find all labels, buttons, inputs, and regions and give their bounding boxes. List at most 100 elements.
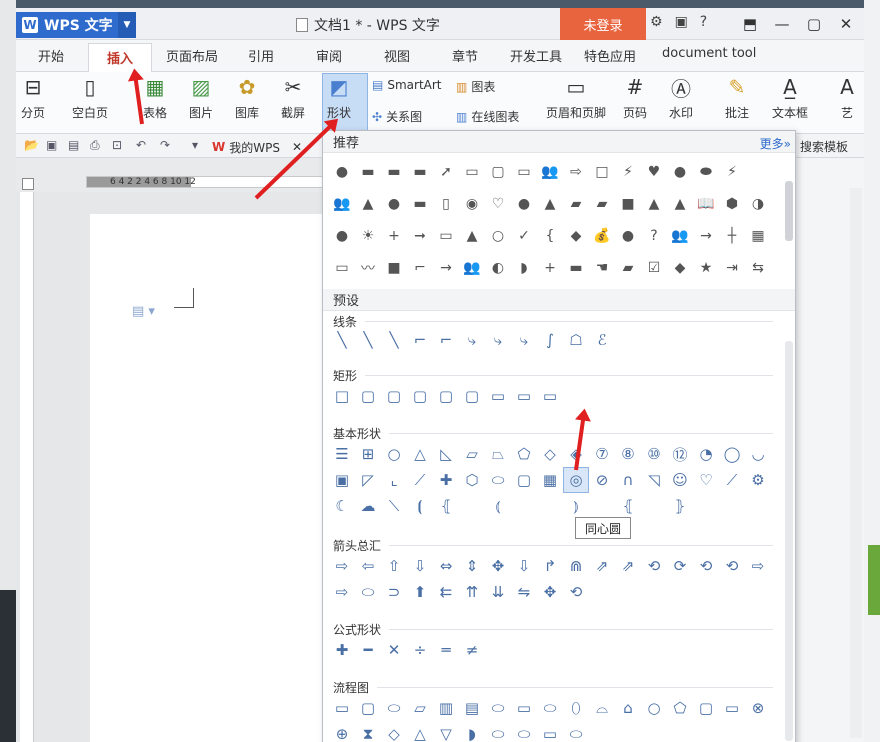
- shape-option[interactable]: ⬡: [459, 467, 485, 493]
- flow-shapes-row-1[interactable]: ▭ ▢ ⬭ ▱ ▥ ▤ ⬭ ▭ ⬭ ⬯ ⌓ ⌂ ○ ⬠ ▢ ▭ ⊗: [329, 695, 773, 721]
- shape-option[interactable]: ⦃: [433, 493, 459, 519]
- shape-option[interactable]: ◆: [563, 223, 589, 249]
- watermark-button[interactable]: Ⓐ 水印: [668, 74, 694, 121]
- shape-option[interactable]: ✚: [329, 637, 355, 663]
- shape-option[interactable]: ⟲: [693, 553, 719, 579]
- shape-option[interactable]: ⌐: [407, 327, 433, 353]
- more-link[interactable]: 更多»: [760, 135, 791, 152]
- shape-option[interactable]: ▭: [485, 383, 511, 409]
- shape-option[interactable]: ⟲: [719, 553, 745, 579]
- shape-option[interactable]: ●: [511, 191, 537, 217]
- tab-references[interactable]: 引用: [248, 46, 274, 65]
- shape-option[interactable]: ☰: [329, 441, 355, 467]
- shape-option[interactable]: ▭: [511, 383, 537, 409]
- shape-option[interactable]: ✚: [433, 467, 459, 493]
- ruler-corner[interactable]: [22, 178, 34, 190]
- shape-option[interactable]: ◹: [641, 467, 667, 493]
- shape-option[interactable]: ⇨: [329, 579, 355, 605]
- redo-icon[interactable]: ↷: [160, 138, 170, 152]
- shape-option[interactable]: ⟋: [407, 467, 433, 493]
- shape-option[interactable]: [537, 493, 563, 519]
- recommend-row-1[interactable]: ● ▬ ▬ ▬ ➚ ▭ ▢ ▭ 👥 ⇨ □ ⚡ ♥ ● ⬬ ⚡: [329, 159, 773, 185]
- shape-option[interactable]: ●: [381, 191, 407, 217]
- shape-option[interactable]: ▱: [407, 695, 433, 721]
- shape-option[interactable]: ≠: [459, 637, 485, 663]
- shape-option[interactable]: ⌂: [615, 695, 641, 721]
- shape-option[interactable]: ●: [329, 159, 355, 185]
- shape-option[interactable]: ◇: [537, 441, 563, 467]
- shape-option[interactable]: ▲: [641, 191, 667, 217]
- shape-option[interactable]: ♡: [693, 467, 719, 493]
- shape-option[interactable]: ⊕: [329, 721, 355, 742]
- shape-option[interactable]: ◯: [719, 441, 745, 467]
- shape-option[interactable]: ⦃: [615, 493, 641, 519]
- vertical-scrollbar[interactable]: [850, 188, 862, 738]
- shape-option[interactable]: ⌐: [433, 327, 459, 353]
- shape-option[interactable]: ▲: [459, 223, 485, 249]
- shape-option[interactable]: ⊞: [355, 441, 381, 467]
- shape-option[interactable]: 〰: [355, 255, 381, 281]
- shape-option[interactable]: ▢: [407, 383, 433, 409]
- preview-icon[interactable]: ⊡: [112, 138, 122, 152]
- shape-option[interactable]: ▢: [381, 383, 407, 409]
- shape-option[interactable]: ◑: [745, 191, 771, 217]
- shape-option[interactable]: ▲: [355, 191, 381, 217]
- shape-option[interactable]: ⊃: [381, 579, 407, 605]
- shape-option[interactable]: ▽: [433, 721, 459, 742]
- shape-option[interactable]: ▭: [329, 255, 355, 281]
- shape-option[interactable]: ⚡: [719, 159, 745, 185]
- concentric-circle-shape[interactable]: ◎: [563, 467, 589, 493]
- shape-option[interactable]: ⇩: [511, 553, 537, 579]
- shape-option[interactable]: ⇔: [433, 553, 459, 579]
- shape-option[interactable]: △: [407, 441, 433, 467]
- flow-shapes-row-2[interactable]: ⊕ ⧗ ◇ △ ▽ ◗ ⬭ ⬭ ▭ ⬭: [329, 721, 773, 742]
- shape-option[interactable]: ☺: [667, 467, 693, 493]
- shape-option[interactable]: ∫: [537, 327, 563, 353]
- shape-option[interactable]: ⤷: [511, 327, 537, 353]
- table-button[interactable]: ▦ 表格: [142, 74, 168, 121]
- shape-option[interactable]: ◉: [459, 191, 485, 217]
- shape-option[interactable]: ▦: [537, 467, 563, 493]
- shape-option[interactable]: ☾: [329, 493, 355, 519]
- tab-developer[interactable]: 开发工具: [510, 46, 562, 65]
- login-button[interactable]: 未登录: [560, 8, 646, 40]
- shape-option[interactable]: ▢: [485, 159, 511, 185]
- shape-option[interactable]: ◐: [485, 255, 511, 281]
- my-wps-tab[interactable]: W 我的WPS ✕: [212, 136, 302, 158]
- basic-shapes-row-2[interactable]: ▣ ◸ ⌞ ⟋ ✚ ⬡ ⬭ ▢ ▦ ◎ ⊘ ∩ ◹ ☺ ♡ ⟋ ⚙: [329, 467, 773, 493]
- shape-option[interactable]: ⟍: [381, 493, 407, 519]
- shape-option[interactable]: ✥: [537, 579, 563, 605]
- shape-option[interactable]: ⊗: [745, 695, 771, 721]
- comment-button[interactable]: ✎ 批注: [724, 74, 750, 121]
- shape-option[interactable]: ▢: [511, 467, 537, 493]
- relation-chart-button[interactable]: ✣ 关系图: [372, 108, 422, 125]
- restore-icon[interactable]: ⬒: [734, 12, 766, 36]
- online-chart-button[interactable]: ▥ 在线图表: [456, 108, 519, 125]
- shape-option[interactable]: ▬: [407, 159, 433, 185]
- shape-option[interactable]: +: [381, 223, 407, 249]
- shape-option[interactable]: ○: [485, 223, 511, 249]
- shape-option[interactable]: 💰: [589, 223, 615, 249]
- shape-option[interactable]: ▲: [667, 191, 693, 217]
- basic-shapes-row-3[interactable]: ☾ ☁ ⟍ ⦗ ⦃ ⦅ ⦆ ⦃ ⦄: [329, 493, 773, 519]
- shape-option[interactable]: ▱: [459, 441, 485, 467]
- shape-option[interactable]: 👥: [537, 159, 563, 185]
- shape-option[interactable]: ▭: [433, 223, 459, 249]
- shape-option[interactable]: ●: [615, 223, 641, 249]
- shape-option[interactable]: [459, 493, 485, 519]
- shape-option[interactable]: ○: [381, 441, 407, 467]
- shape-option[interactable]: ➞: [407, 223, 433, 249]
- shape-option[interactable]: ÷: [407, 637, 433, 663]
- minimize-icon[interactable]: —: [766, 12, 798, 36]
- shape-option[interactable]: ⬭: [563, 721, 589, 742]
- shape-option[interactable]: □: [589, 159, 615, 185]
- shape-option[interactable]: ▢: [355, 383, 381, 409]
- shape-option[interactable]: △: [407, 721, 433, 742]
- shape-option[interactable]: ▬: [407, 191, 433, 217]
- shape-option[interactable]: ⌐: [407, 255, 433, 281]
- shape-option[interactable]: ◡: [745, 441, 771, 467]
- shape-option[interactable]: ⇕: [459, 553, 485, 579]
- shape-option[interactable]: ➚: [433, 159, 459, 185]
- shape-option[interactable]: →: [693, 223, 719, 249]
- shape-option[interactable]: ★: [693, 255, 719, 281]
